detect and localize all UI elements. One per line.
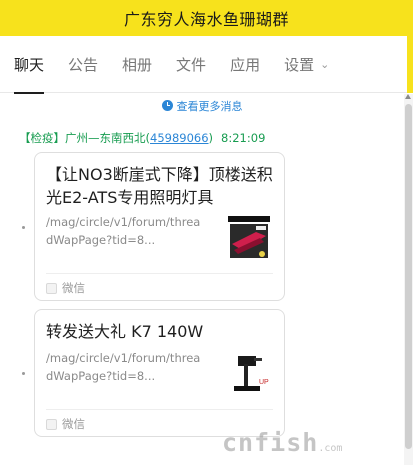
card-source-label: 微信	[62, 281, 85, 295]
sender-qq-link[interactable]: 45989066	[150, 131, 209, 145]
wechat-icon	[46, 282, 57, 294]
chevron-down-icon: ⌄	[320, 57, 330, 71]
sender-suffix: )	[208, 131, 214, 145]
tab-apps[interactable]: 应用	[230, 36, 260, 93]
wechat-icon	[46, 418, 57, 430]
tab-album-label: 相册	[122, 55, 153, 74]
chat-pane: 查看更多消息 【检疫】广州—东南西北(45989066) 8:21:09 【让NO…	[0, 94, 404, 465]
svg-text:UP: UP	[259, 379, 269, 386]
product-thumbnail	[226, 214, 272, 262]
bullet-dot	[22, 226, 25, 229]
shared-link-card[interactable]: 【让NO3断崖式下降】顶楼送积光E2-ATS专用照明灯具 /mag/circle…	[34, 152, 285, 301]
card-divider	[46, 409, 273, 410]
tab-chat[interactable]: 聊天	[14, 36, 45, 94]
watermark-text: cnfish	[222, 428, 319, 457]
card-source: 微信	[46, 416, 85, 432]
card-title: 转发送大礼 K7 140W	[46, 322, 204, 341]
card-source: 微信	[46, 280, 85, 296]
scrollbar-thumb[interactable]	[405, 104, 412, 449]
watermark-suffix: .com	[318, 443, 343, 454]
load-more-messages[interactable]: 查看更多消息	[0, 98, 404, 114]
tab-settings-label: 设置	[284, 55, 315, 74]
card-url: /mag/circle/v1/forum/threadWapPage?tid=8…	[46, 351, 201, 383]
message-time: 8:21:09	[221, 131, 266, 145]
tab-files-label: 文件	[176, 55, 207, 74]
card-source-label: 微信	[62, 417, 85, 431]
lamp-thumbnail: UP	[226, 350, 272, 398]
scroll-up-arrow-icon[interactable]	[405, 94, 411, 99]
tab-album[interactable]: 相册	[122, 36, 152, 93]
clock-icon	[161, 100, 173, 111]
tab-announcements-label: 公告	[68, 55, 99, 74]
tab-announcements[interactable]: 公告	[68, 36, 98, 93]
load-more-label: 查看更多消息	[176, 100, 243, 113]
card-url: /mag/circle/v1/forum/threadWapPage?tid=8…	[46, 215, 201, 247]
tab-apps-label: 应用	[230, 55, 261, 74]
tab-settings[interactable]: 设置 ⌄	[284, 36, 329, 93]
bullet-dot	[22, 372, 25, 375]
sender-name: 【检疫】广州—东南西北(	[19, 131, 150, 145]
chat-scrollbar[interactable]	[404, 94, 413, 465]
window-titlebar: 广东穷人海水鱼珊瑚群	[0, 0, 413, 36]
tab-bar: 聊天 公告 相册 文件 应用 设置 ⌄	[0, 36, 413, 94]
window-edge	[407, 36, 413, 93]
card-divider	[46, 273, 273, 274]
shared-link-card[interactable]: 转发送大礼 K7 140W /mag/circle/v1/forum/threa…	[34, 309, 285, 437]
watermark: cnfish.com	[222, 428, 342, 457]
tab-chat-label: 聊天	[14, 55, 45, 74]
card-title: 【让NO3断崖式下降】顶楼送积光E2-ATS专用照明灯具	[46, 165, 273, 207]
message-sender: 【检疫】广州—东南西北(45989066) 8:21:09	[19, 130, 265, 146]
window-title: 广东穷人海水鱼珊瑚群	[123, 10, 289, 29]
tab-files[interactable]: 文件	[176, 36, 206, 93]
